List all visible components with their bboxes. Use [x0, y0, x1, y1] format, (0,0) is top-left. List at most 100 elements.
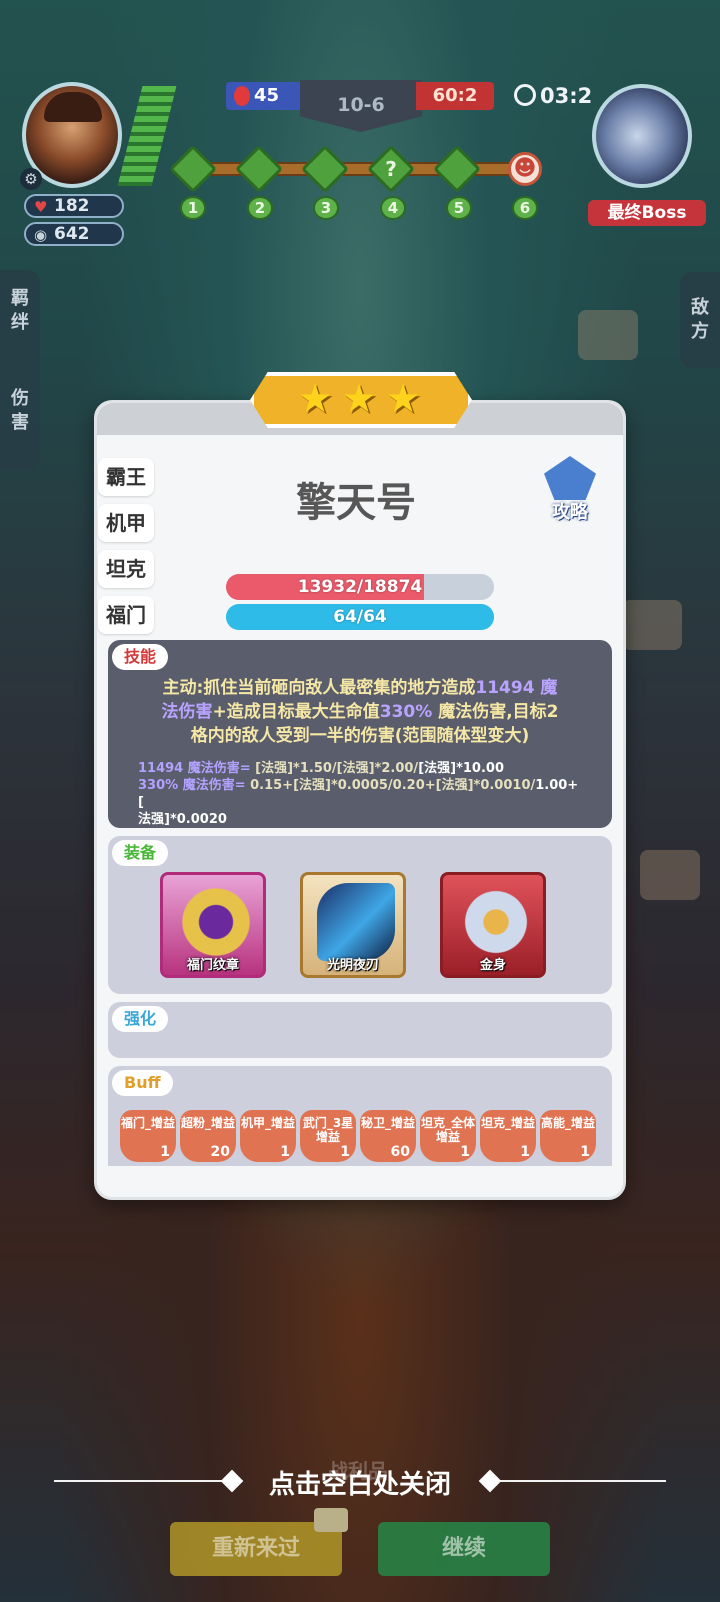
close-hint[interactable]: 点击空白处关闭	[0, 1464, 720, 1501]
side-panel-right[interactable]: 敌 方	[680, 272, 720, 368]
bonds-tab-char[interactable]: 羁	[8, 288, 32, 310]
buff-chip[interactable]: 坦克_全体增益 1	[420, 1110, 476, 1162]
battle-unit	[640, 850, 700, 900]
flame-icon	[234, 86, 250, 106]
enemy-tab-char: 敌	[691, 297, 709, 318]
enhance-panel: 强化	[108, 1002, 612, 1058]
hero-name: 擎天号	[296, 480, 416, 526]
buff-value: 1	[340, 1144, 350, 1160]
skill-text-highlight: 法伤害	[161, 702, 213, 722]
buff-value: 1	[520, 1144, 530, 1160]
equipment-name: 福门纹章	[186, 958, 239, 973]
skill-text: +造成目标最大生命值	[212, 702, 380, 722]
score-left: 45	[226, 82, 306, 110]
trait-tabs: 霸王 机甲 坦克 福门	[96, 440, 156, 650]
retry-button[interactable]: 重新来过	[170, 1508, 348, 1576]
equipment-slot-3[interactable]: 金身	[440, 872, 546, 978]
buff-chip[interactable]: 机甲_增益 1	[240, 1110, 296, 1162]
player-hp-value: 182	[54, 196, 90, 216]
player-gold-value: 642	[54, 224, 90, 244]
hp-bar: 13932/18874	[226, 574, 494, 600]
battle-unit	[622, 600, 682, 650]
buff-chip[interactable]: 超粉_增益 20	[180, 1110, 236, 1162]
formula-text: [法强]*1.50/[法强]*2.00/	[255, 761, 419, 776]
enhance-tag: 强化	[112, 1006, 169, 1032]
buff-value: 1	[280, 1144, 290, 1160]
mana-bar: 64/64	[226, 604, 494, 630]
skill-tag: 技能	[112, 644, 169, 670]
bonds-tab-char[interactable]: 绊	[8, 312, 32, 334]
gear-icon[interactable]: ⚙	[20, 168, 42, 190]
buff-chip[interactable]: 秘卫_增益 60	[360, 1110, 416, 1162]
stage-number: 5	[446, 196, 472, 220]
buff-value: 20	[210, 1144, 230, 1160]
equipment-name: 光明夜刃	[326, 958, 379, 973]
star-icon: ★	[341, 376, 377, 422]
skill-text: 格内的敌人受到一半的伤害(范围随体型变大)	[190, 726, 530, 746]
tab-trait-4[interactable]: 福门	[98, 596, 154, 634]
score-left-value: 45	[254, 85, 280, 106]
graduation-cap-icon	[544, 456, 596, 500]
stage-node-boss[interactable]	[508, 152, 542, 186]
guide-button[interactable]: 攻略	[534, 456, 606, 528]
score-bar: 45 10-6 60:2	[226, 80, 494, 132]
hp-text: 13932/18874	[297, 577, 423, 597]
heart-icon: ♥	[34, 198, 48, 216]
star-icon: ★	[297, 376, 333, 422]
score-right: 60:2	[416, 82, 494, 110]
skill-text-highlight: 11494 魔	[475, 678, 558, 698]
stage-number: 6	[512, 196, 538, 220]
buff-value: 60	[390, 1144, 410, 1160]
formula-label: 11494 魔法伤害=	[138, 761, 256, 776]
equipment-name: 金身	[479, 958, 506, 973]
hourglass-icon	[457, 883, 535, 961]
tab-trait-3[interactable]: 坦克	[98, 550, 154, 588]
buff-chip[interactable]: 武门_3星增益 1	[300, 1110, 356, 1162]
buff-name: 机甲_增益	[240, 1116, 295, 1130]
video-icon	[314, 1508, 348, 1532]
equipment-panel: 装备 福门纹章 光明夜刃 金身	[108, 836, 612, 994]
buff-name: 福门_增益	[120, 1116, 175, 1130]
star-icon: ★	[385, 376, 421, 422]
stage-number: 1	[180, 196, 206, 220]
buff-value: 1	[160, 1144, 170, 1160]
buff-value: 1	[580, 1144, 590, 1160]
skill-text: 主动:抓住当前砸向敌人最密集的地方造成	[162, 678, 476, 698]
buff-tag: Buff	[112, 1070, 173, 1096]
guide-label: 攻略	[552, 502, 588, 523]
damage-tab-char[interactable]: 害	[8, 412, 32, 434]
timer: 03:2	[514, 84, 592, 108]
equipment-slot-2[interactable]: 光明夜刃	[300, 872, 406, 978]
skill-panel: 技能 主动:抓住当前砸向敌人最密集的地方造成11494 魔 法伤害+造成目标最大…	[108, 640, 612, 828]
equipment-slot-1[interactable]: 福门纹章	[160, 872, 266, 978]
damage-tab-char[interactable]: 伤	[8, 388, 32, 410]
retry-label: 重新来过	[211, 1536, 300, 1561]
stage-number: 2	[247, 196, 273, 220]
buff-name: 秘卫_增益	[360, 1116, 415, 1130]
stage-number: 3	[313, 196, 339, 220]
tab-trait-1[interactable]: 霸王	[98, 458, 154, 496]
buff-chip[interactable]: 坦克_增益 1	[480, 1110, 536, 1162]
buff-chip[interactable]: 高能_增益 1	[540, 1110, 596, 1162]
tab-trait-2[interactable]: 机甲	[98, 504, 154, 542]
mana-text: 64/64	[333, 607, 387, 627]
buff-name: 武门_3星增益	[302, 1116, 354, 1144]
buff-name: 超粉_增益	[180, 1116, 235, 1130]
boss-avatar[interactable]	[592, 84, 692, 188]
skill-text: 魔法伤害,目标2	[432, 702, 559, 722]
continue-button[interactable]: 继续	[378, 1522, 550, 1576]
emblem-icon	[177, 883, 255, 961]
side-panel-left: 羁 绊 伤 害	[0, 270, 40, 470]
buff-name: 高能_增益	[540, 1116, 595, 1130]
coin-icon: ◉	[34, 226, 48, 244]
timer-value: 03:2	[540, 84, 593, 108]
buff-name: 坦克_增益	[480, 1116, 535, 1130]
buff-value: 1	[460, 1144, 470, 1160]
buff-chip[interactable]: 福门_增益 1	[120, 1110, 176, 1162]
buff-name: 坦克_全体增益	[420, 1116, 475, 1144]
enemy-tab-char: 方	[691, 321, 709, 342]
formula-label: 330% 魔法伤害=	[138, 778, 251, 793]
battle-unit	[578, 310, 638, 360]
player-gold-pill: ◉ 642	[24, 222, 124, 246]
boss-label: 最终Boss	[588, 200, 706, 226]
